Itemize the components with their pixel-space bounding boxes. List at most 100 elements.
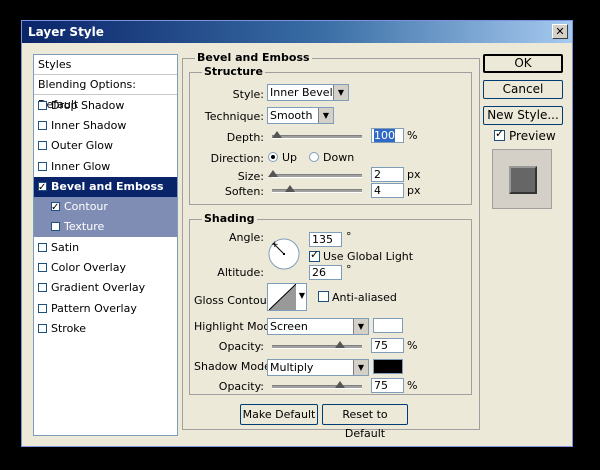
ok-button[interactable]: OK: [483, 54, 563, 73]
reset-to-default-button[interactable]: Reset to Default: [322, 404, 408, 440]
highlight-opacity-slider[interactable]: [272, 345, 362, 349]
sidebar-item-stroke[interactable]: Stroke: [34, 319, 177, 339]
chevron-down-icon: ▼: [318, 108, 333, 123]
anti-aliased-label[interactable]: Anti-aliased: [332, 291, 397, 304]
preview-swatch: [509, 166, 537, 194]
soften-value: 4: [374, 184, 381, 197]
sidebar-item-blending-options-default[interactable]: Blending Options: Default: [34, 75, 177, 111]
sidebar-item-color-overlay[interactable]: Color Overlay: [34, 258, 177, 278]
altitude-label: Altitude:: [217, 266, 264, 279]
title-bar[interactable]: Layer Style ✕: [22, 21, 572, 43]
preview-label[interactable]: Preview: [509, 129, 556, 143]
use-global-light-checkbox[interactable]: [309, 248, 320, 262]
size-value: 2: [374, 168, 381, 181]
shading-title: Shading: [202, 212, 257, 225]
sidebar-item-label: Pattern Overlay: [51, 301, 137, 315]
bevel-emboss-title: Bevel and Emboss: [195, 51, 312, 64]
highlight-mode-select[interactable]: Screen ▼: [267, 318, 369, 335]
sidebar-item-inner-shadow[interactable]: Inner Shadow: [34, 116, 177, 136]
soften-unit: px: [407, 184, 421, 197]
shadow-mode-select[interactable]: Multiply ▼: [267, 359, 369, 376]
preview-checkbox[interactable]: [494, 127, 505, 141]
sidebar-checkbox[interactable]: [38, 263, 47, 272]
sidebar-checkbox[interactable]: [38, 178, 47, 198]
close-button[interactable]: ✕: [552, 24, 568, 39]
contour-curve-icon: [269, 284, 296, 310]
sidebar-checkbox[interactable]: [38, 323, 47, 333]
shadow-color-swatch[interactable]: [373, 359, 403, 374]
sidebar-checkbox[interactable]: [38, 283, 47, 293]
shadow-opacity-slider[interactable]: [272, 385, 362, 389]
highlight-mode-value: Screen: [270, 320, 308, 333]
sidebar-checkbox[interactable]: [38, 303, 47, 313]
sidebar-item-satin[interactable]: Satin: [34, 238, 177, 258]
direction-up-label[interactable]: Up: [282, 151, 297, 164]
shadow-mode-value: Multiply: [270, 361, 314, 374]
sidebar-checkbox[interactable]: [51, 222, 60, 232]
sidebar-item-label: Stroke: [51, 321, 87, 335]
angle-dial[interactable]: +: [267, 237, 301, 271]
anti-aliased-checkbox[interactable]: [318, 291, 329, 302]
sidebar-item-outer-glow[interactable]: Outer Glow: [34, 136, 177, 156]
size-unit: px: [407, 168, 421, 181]
altitude-unit: °: [346, 263, 352, 276]
cancel-button[interactable]: Cancel: [483, 80, 563, 99]
altitude-input[interactable]: 26: [309, 265, 342, 280]
soften-input[interactable]: 4: [371, 183, 404, 198]
highlight-opacity-input[interactable]: 75: [371, 338, 404, 353]
gloss-contour-picker[interactable]: ▼: [267, 283, 307, 311]
style-select[interactable]: Inner Bevel ▼: [267, 84, 349, 101]
depth-input[interactable]: 100: [371, 128, 404, 143]
sidebar-item-contour[interactable]: Contour: [34, 197, 177, 218]
sidebar-item-gradient-overlay[interactable]: Gradient Overlay: [34, 278, 177, 298]
chevron-down-icon: ▼: [298, 291, 305, 300]
styles-list: Styles Blending Options: Default Drop Shad…: [33, 54, 178, 436]
size-slider-thumb[interactable]: [267, 170, 278, 177]
sidebar-checkbox[interactable]: [51, 198, 60, 218]
highlight-opacity-unit: %: [407, 339, 418, 352]
angle-input[interactable]: 135: [309, 232, 342, 247]
soften-slider-thumb[interactable]: [285, 185, 295, 192]
technique-label: Technique:: [204, 110, 264, 123]
sidebar-item-label: Bevel and Emboss: [51, 179, 164, 193]
size-slider[interactable]: [272, 174, 362, 178]
sidebar-checkbox[interactable]: [38, 100, 47, 110]
sidebar-item-drop-shadow[interactable]: Drop Shadow: [34, 96, 177, 116]
shadow-opacity-thumb[interactable]: [334, 381, 345, 388]
sidebar-checkbox[interactable]: [38, 161, 47, 171]
depth-slider-thumb[interactable]: [271, 131, 282, 138]
size-input[interactable]: 2: [371, 167, 404, 182]
highlight-opacity-value: 75: [374, 339, 388, 352]
sidebar-item-texture[interactable]: Texture: [34, 217, 177, 238]
sidebar-item-styles[interactable]: Styles: [34, 55, 177, 75]
sidebar-item-bevel-and-emboss[interactable]: Bevel and Emboss: [34, 176, 177, 198]
angle-label: Angle:: [228, 231, 264, 244]
sidebar-checkbox[interactable]: [38, 120, 47, 130]
shadow-opacity-input[interactable]: 75: [371, 378, 404, 393]
highlight-opacity-thumb[interactable]: [334, 341, 345, 348]
altitude-value: 26: [312, 266, 326, 279]
sidebar-item-label: Gradient Overlay: [51, 281, 146, 295]
sidebar-item-pattern-overlay[interactable]: Pattern Overlay: [34, 299, 177, 319]
sidebar-item-label: Color Overlay: [51, 261, 126, 274]
sidebar-item-label: Inner Glow: [51, 159, 111, 173]
technique-select[interactable]: Smooth ▼: [267, 107, 334, 124]
layer-style-dialog: Layer Style ✕ Styles Blending Options: De…: [21, 20, 573, 447]
depth-slider[interactable]: [272, 135, 362, 139]
new-style-button[interactable]: New Style...: [483, 106, 563, 125]
make-default-button[interactable]: Make Default: [240, 404, 318, 425]
sidebar-checkbox[interactable]: [38, 141, 47, 151]
sidebar-item-inner-glow[interactable]: Inner Glow: [34, 157, 177, 177]
sidebar-item-label: Styles: [38, 58, 72, 71]
sidebar-item-label: Drop Shadow: [51, 98, 125, 112]
style-value: Inner Bevel: [270, 86, 333, 99]
highlight-color-swatch[interactable]: [373, 318, 403, 333]
direction-down-label[interactable]: Down: [323, 151, 354, 164]
sidebar-checkbox[interactable]: [38, 242, 47, 252]
direction-up-radio[interactable]: [268, 152, 278, 162]
chevron-down-icon: ▼: [353, 360, 368, 375]
use-global-light-label[interactable]: Use Global Light: [323, 250, 413, 263]
direction-down-radio[interactable]: [309, 152, 319, 162]
depth-value: 100: [374, 129, 395, 142]
sidebar-item-label: Outer Glow: [51, 139, 114, 153]
